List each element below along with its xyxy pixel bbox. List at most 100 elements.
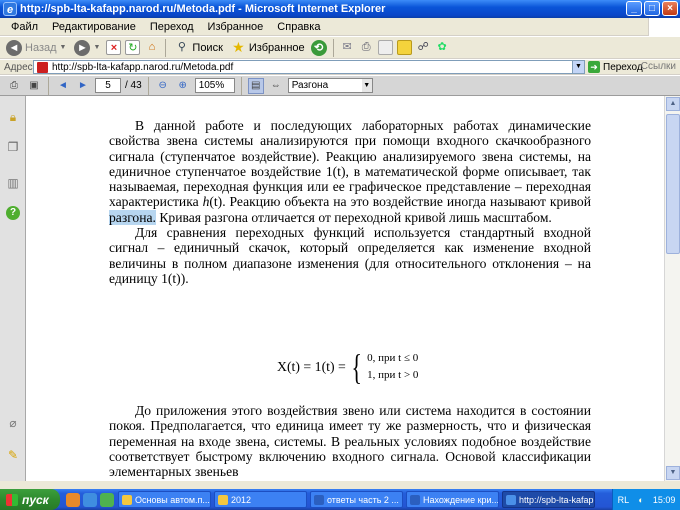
taskbar-item-label: Основы автом.п... xyxy=(135,494,210,505)
pdf-navigation-panel: 🔒︎ ❐ ▥ ? ⌀ ✎ xyxy=(0,96,26,481)
menu-favorites[interactable]: Избранное xyxy=(201,21,271,33)
zoom-in-icon[interactable]: ⊕ xyxy=(175,78,191,94)
home-icon[interactable]: ⌂ xyxy=(144,40,159,55)
formula-lhs: X(t) = 1(t) = xyxy=(277,359,346,374)
go-arrow-icon: ➜ xyxy=(588,61,600,73)
scroll-thumb[interactable] xyxy=(666,114,680,254)
maximize-button[interactable]: □ xyxy=(644,1,660,16)
search-highlight: разгона. xyxy=(109,209,156,225)
menu-edit[interactable]: Редактирование xyxy=(45,21,143,33)
back-button[interactable]: ◄ Назад ▼ xyxy=(4,38,68,58)
pdf-print-icon[interactable]: ⎙ xyxy=(6,78,22,94)
discuss-icon[interactable] xyxy=(396,40,412,55)
pdf-separator xyxy=(240,76,242,95)
folder-icon xyxy=(122,494,132,505)
search-field[interactable]: Разгона ▼ xyxy=(287,78,373,93)
edit-icon[interactable] xyxy=(377,40,393,55)
favorites-button[interactable]: ★ Избранное xyxy=(229,38,307,58)
vertical-scrollbar[interactable]: ▲ ▼ xyxy=(664,96,680,481)
refresh-icon[interactable]: ↻ xyxy=(125,40,141,55)
pdf-separator xyxy=(48,76,49,95)
research-icon[interactable]: ✿ xyxy=(435,40,450,55)
taskbar-item[interactable]: Основы автом.п... xyxy=(118,491,211,508)
taskbar-item[interactable]: Нахождение кри... xyxy=(406,491,499,508)
zoom-out-icon[interactable]: ⊖ xyxy=(155,78,171,94)
page-number-input[interactable]: 5 xyxy=(95,78,121,93)
search-button[interactable]: ⚲ Поиск xyxy=(172,38,224,58)
word-icon xyxy=(314,494,324,505)
paragraph-1-mid: (t). Реакцию объекта на это воздействие … xyxy=(209,194,591,210)
links-button[interactable]: Ссылки xyxy=(641,60,676,74)
comments-icon[interactable]: ✎ xyxy=(6,448,20,462)
prev-page-icon[interactable]: ◄ xyxy=(55,78,71,94)
forward-button[interactable]: ► ▼ xyxy=(72,38,102,58)
address-dropdown-icon[interactable]: ▼ xyxy=(572,61,584,73)
system-tray: RL ◐ 15:09 xyxy=(612,489,680,510)
messenger-icon[interactable]: ☍ xyxy=(416,40,431,55)
fit-page-icon[interactable]: ▤ xyxy=(247,77,264,94)
taskbar-item-active[interactable]: http://spb-lta-kafapp... xyxy=(502,491,595,508)
toolbar-separator xyxy=(165,38,167,57)
menu-file[interactable]: Файл xyxy=(4,21,45,33)
language-indicator[interactable]: RL xyxy=(618,495,630,505)
print-icon[interactable]: ⎙ xyxy=(359,40,374,55)
zoom-select[interactable]: 105% xyxy=(194,78,235,93)
browser-toolbar: ◄ Назад ▼ ► ▼ × ↻ ⌂ ⚲ Поиск ★ Избранное … xyxy=(0,37,680,59)
windows-flag-icon xyxy=(6,493,18,506)
formula-brace: { xyxy=(351,347,362,387)
search-label: Поиск xyxy=(192,41,223,54)
close-button[interactable]: × xyxy=(662,1,678,16)
quick-launch xyxy=(66,492,114,507)
help-icon[interactable]: ? xyxy=(6,206,20,220)
menu-bar: Файл Редактирование Переход Избранное Сп… xyxy=(0,18,680,36)
tray-icon[interactable]: ◐ xyxy=(638,495,643,505)
minimize-button[interactable]: _ xyxy=(626,1,642,16)
menu-help[interactable]: Справка xyxy=(270,21,327,33)
mail-icon[interactable]: ✉ xyxy=(340,40,355,55)
paragraph-2: Для сравнения переходных функций использ… xyxy=(109,225,591,286)
scroll-up-icon[interactable]: ▲ xyxy=(666,97,680,111)
taskbar-item-label: http://spb-lta-kafapp... xyxy=(519,494,594,505)
paragraph-1-end: Кривая разгона отличается от переходной … xyxy=(155,209,552,225)
search-value: Разгона xyxy=(291,80,329,91)
address-url: http://spb-lta-kafapp.narod.ru/Metoda.pd… xyxy=(52,61,234,73)
start-button[interactable]: пуск xyxy=(0,489,60,510)
attachment-icon[interactable]: ⌀ xyxy=(6,416,20,430)
address-input[interactable]: http://spb-lta-kafapp.narod.ru/Metoda.pd… xyxy=(33,60,585,74)
app-quicklaunch-icon[interactable] xyxy=(100,492,114,507)
taskbar-item-label: Нахождение кри... xyxy=(423,494,499,505)
clock: 15:09 xyxy=(652,494,676,505)
menu-go[interactable]: Переход xyxy=(143,21,201,33)
paragraph-3: До приложения этого воздействия звено ил… xyxy=(109,403,591,480)
taskbar: пуск Основы автом.п... 2012 ответы часть… xyxy=(0,489,680,510)
word-icon xyxy=(410,494,420,505)
window-title: http://spb-lta-kafapp.narod.ru/Metoda.pd… xyxy=(20,3,386,15)
pages-icon[interactable]: ❐ xyxy=(6,140,20,154)
folder-icon xyxy=(218,494,228,505)
formula-cases: 0, при t ≤ 0 1, при t > 0 xyxy=(367,350,418,384)
bookmarks-icon[interactable]: ▥ xyxy=(6,176,20,190)
stop-icon[interactable]: × xyxy=(106,40,122,55)
next-page-icon[interactable]: ► xyxy=(75,78,91,94)
fit-width-icon[interactable]: ⇔ xyxy=(268,78,284,94)
go-button[interactable]: ➜ Переход xyxy=(588,60,643,74)
back-label: Назад xyxy=(25,41,57,54)
forward-arrow-icon: ► xyxy=(74,39,91,56)
paragraph-group-2: До приложения этого воздействия звено ил… xyxy=(109,403,591,479)
pdf-document-view[interactable]: В данной работе и последующих лабораторн… xyxy=(27,96,664,481)
firefox-icon[interactable] xyxy=(66,492,80,507)
start-label: пуск xyxy=(22,492,49,507)
paragraph-group-1: В данной работе и последующих лабораторн… xyxy=(109,118,591,286)
ie-quicklaunch-icon[interactable] xyxy=(83,492,97,507)
status-bar xyxy=(0,481,680,489)
history-icon[interactable]: ⟲ xyxy=(310,39,327,56)
formula-case-2: 1, при t > 0 xyxy=(367,369,419,381)
taskbar-item[interactable]: 2012 xyxy=(214,491,307,508)
scroll-down-icon[interactable]: ▼ xyxy=(666,466,680,480)
search-dropdown-icon[interactable]: ▼ xyxy=(361,79,372,92)
taskbar-item[interactable]: ответы часть 2 ... xyxy=(310,491,403,508)
lock-icon[interactable]: 🔒︎ xyxy=(6,110,20,124)
taskbar-item-label: 2012 xyxy=(231,494,252,505)
page-total: / 43 xyxy=(125,80,142,91)
pdf-save-icon[interactable]: ▣ xyxy=(26,78,42,94)
